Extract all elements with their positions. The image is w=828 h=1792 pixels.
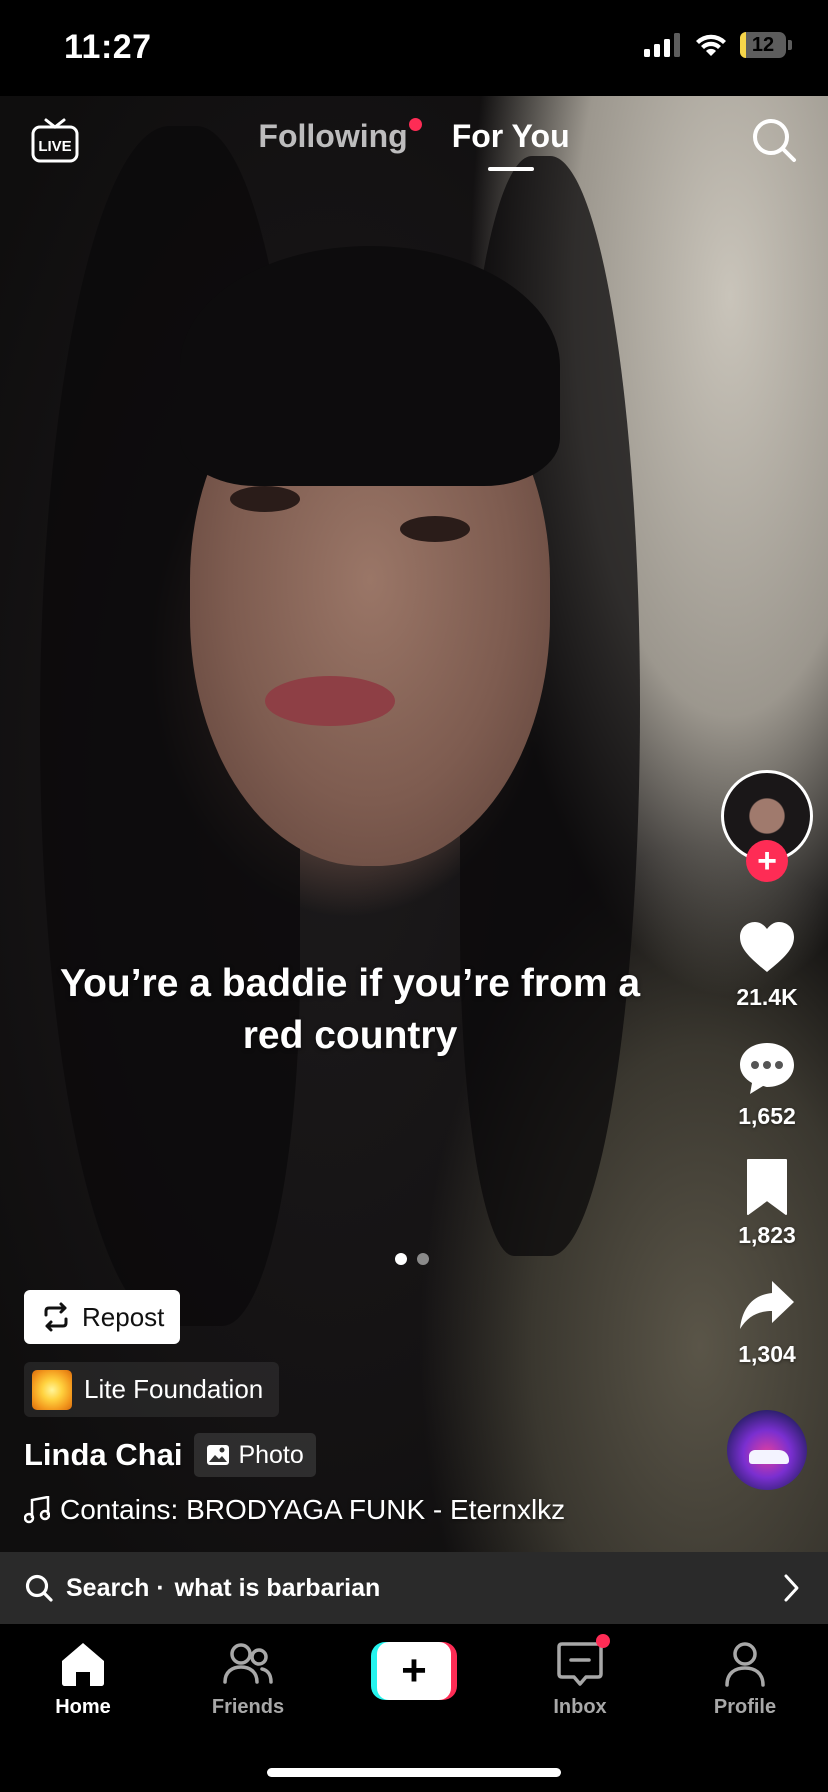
author-avatar-group: + <box>720 770 814 882</box>
status-icons: 12 <box>644 32 792 58</box>
media-type-label: Photo <box>238 1440 304 1469</box>
repost-icon <box>44 1302 68 1332</box>
nav-home[interactable]: Home <box>13 1638 153 1719</box>
photo-icon <box>207 1445 230 1465</box>
save-count: 1,823 <box>738 1222 796 1248</box>
author-row: Linda Chai Photo <box>24 1433 316 1477</box>
share-count: 1,304 <box>738 1341 796 1367</box>
create-button[interactable]: + <box>371 1642 457 1700</box>
wifi-icon <box>696 34 726 56</box>
comment-action[interactable]: 1,652 <box>736 1037 798 1130</box>
search-suggestion-bar[interactable]: Search · what is barbarian <box>0 1552 828 1624</box>
search-prefix: Search · <box>66 1573 165 1602</box>
following-notification-dot <box>408 118 422 131</box>
comment-count: 1,652 <box>738 1103 796 1129</box>
music-disc-artwork <box>749 1450 789 1464</box>
music-label: Contains: BRODYAGA FUNK - Eternxlkz <box>60 1494 566 1525</box>
battery-fill <box>740 32 746 58</box>
like-count: 21.4K <box>736 984 798 1010</box>
media-type-badge: Photo <box>194 1433 316 1477</box>
active-tab-indicator <box>487 167 534 171</box>
home-indicator[interactable] <box>267 1768 561 1777</box>
slide-dot-2 <box>417 1253 429 1265</box>
battery-icon: 12 <box>740 32 792 58</box>
save-action[interactable]: 1,823 <box>736 1156 798 1249</box>
nav-friends-label: Friends <box>211 1696 285 1718</box>
share-action[interactable]: 1,304 <box>736 1275 798 1368</box>
music-row[interactable]: Contains: BRODYAGA FUNK - Eternxlkz <box>24 1494 565 1526</box>
effect-label: Lite Foundation <box>84 1374 264 1404</box>
home-icon <box>62 1643 104 1686</box>
post-caption: You’re a baddie if you’re from a red cou… <box>59 962 641 1057</box>
author-name[interactable]: Linda Chai <box>24 1437 182 1473</box>
like-action[interactable]: 21.4K <box>736 918 798 1011</box>
search-icon[interactable] <box>750 116 798 164</box>
slide-indicator <box>395 1253 429 1265</box>
search-query: what is barbarian <box>174 1573 381 1602</box>
repost-button[interactable]: Repost <box>24 1290 181 1344</box>
effect-chip[interactable]: Lite Foundation <box>24 1362 280 1417</box>
photo-eye-right <box>400 516 470 542</box>
heart-icon <box>740 922 794 972</box>
chevron-right-icon <box>784 1574 799 1602</box>
effect-icon <box>32 1369 72 1410</box>
plus-icon: + <box>377 1642 451 1700</box>
nav-profile[interactable]: Profile <box>675 1638 815 1719</box>
battery-cap <box>788 40 792 50</box>
nav-inbox-label: Inbox <box>553 1696 607 1718</box>
tab-for-you-label: For You <box>451 118 570 154</box>
photo-eye-left <box>230 486 300 512</box>
slide-dot-1 <box>395 1253 407 1265</box>
share-icon <box>740 1281 794 1329</box>
tab-for-you[interactable]: For You <box>451 118 570 171</box>
status-time: 11:27 <box>64 28 152 66</box>
photo-lips <box>265 676 395 726</box>
nav-home-label: Home <box>55 1696 111 1718</box>
repost-label: Repost <box>82 1301 165 1332</box>
battery-level: 12 <box>751 33 775 56</box>
music-disc-icon[interactable] <box>727 1410 807 1490</box>
bookmark-icon <box>747 1159 787 1215</box>
nav-inbox[interactable]: Inbox <box>510 1634 650 1719</box>
action-rail: + 21.4K 1,652 1,823 1,304 <box>720 770 814 1490</box>
nav-profile-label: Profile <box>713 1696 777 1718</box>
music-note-icon <box>24 1496 50 1524</box>
follow-button[interactable]: + <box>746 840 788 882</box>
bottom-nav: Home Friends + Inbox Profile <box>0 1624 828 1792</box>
comment-icon <box>740 1043 794 1094</box>
friends-icon <box>223 1643 273 1684</box>
tab-following-label: Following <box>258 118 408 154</box>
battery-body: 12 <box>740 32 786 58</box>
photo-bangs <box>180 246 560 486</box>
nav-friends[interactable]: Friends <box>178 1638 318 1719</box>
profile-icon <box>725 1642 765 1687</box>
feed-tabs: Following For You <box>0 118 828 171</box>
search-icon <box>25 1574 53 1602</box>
cellular-signal-icon <box>644 33 680 57</box>
tab-following[interactable]: Following <box>258 118 422 155</box>
top-nav: LIVE Following For You <box>0 96 828 186</box>
inbox-notification-dot <box>596 1634 610 1648</box>
status-bar: 11:27 12 <box>0 0 828 96</box>
